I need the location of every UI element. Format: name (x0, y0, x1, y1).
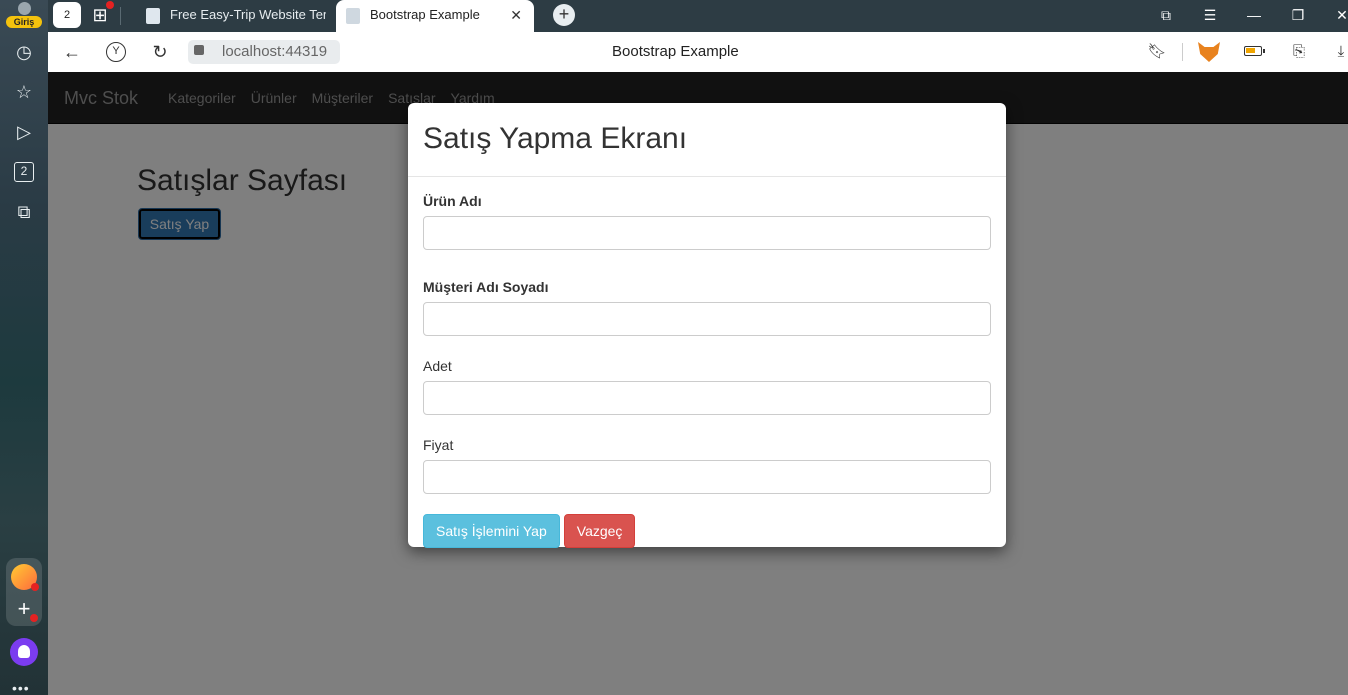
tab-easy-trip[interactable]: Free Easy-Trip Website Tem (136, 0, 326, 32)
close-tab-icon[interactable]: ✕ (510, 0, 522, 30)
modal-header: Satış Yapma Ekranı (408, 103, 1006, 177)
home-tab-button[interactable]: 2 (53, 2, 81, 28)
price-input[interactable] (423, 460, 991, 494)
more-icon[interactable]: ••• (12, 680, 30, 695)
customer-name-input[interactable] (423, 302, 991, 336)
form-group-product: Ürün Adı (423, 193, 991, 250)
page-icon (146, 7, 160, 24)
login-badge: Giriş (6, 16, 42, 28)
battery-icon[interactable] (1244, 46, 1265, 56)
screenshot-icon[interactable]: ⧉ (12, 200, 36, 224)
page-title-display: Bootstrap Example (612, 43, 739, 60)
quantity-input[interactable] (423, 381, 991, 415)
new-tab-group-icon[interactable]: ⊞ (88, 1, 114, 26)
tab-divider (120, 7, 121, 25)
notification-dot (30, 614, 38, 622)
tab-bootstrap-example[interactable]: Bootstrap Example ✕ (336, 0, 534, 32)
menu-icon[interactable]: ☰ (1198, 4, 1222, 26)
tab-title: Bootstrap Example (370, 7, 480, 22)
tabs-count-icon[interactable]: 2 (14, 162, 34, 182)
play-icon[interactable]: ▷ (12, 120, 36, 144)
star-icon[interactable]: ☆ (12, 80, 36, 104)
history-icon[interactable]: ◷ (12, 40, 36, 64)
url-text: localhost:44319 (222, 43, 328, 60)
form-group-quantity: Adet (423, 358, 991, 415)
back-icon[interactable]: ← (60, 40, 84, 64)
assistant-icon[interactable] (10, 638, 38, 666)
submit-sale-button[interactable]: Satış İşlemini Yap (423, 514, 560, 548)
reload-icon[interactable]: ↻ (148, 40, 172, 64)
new-tab-button[interactable]: + (553, 4, 575, 26)
bookmark-icon[interactable]: 🔖︎ (1146, 42, 1168, 62)
download-icon[interactable]: ⤓ (1330, 42, 1348, 62)
metamask-icon[interactable] (1198, 42, 1220, 62)
modal-body: Ürün Adı Müşteri Adı Soyadı Adet Fiyat S… (408, 177, 1006, 548)
sale-modal: Satış Yapma Ekranı Ürün Adı Müşteri Adı … (408, 103, 1006, 548)
url-field[interactable]: localhost:44319 (188, 40, 340, 64)
modal-actions: Satış İşlemini Yap Vazgeç (423, 514, 991, 548)
minimize-icon[interactable]: — (1242, 4, 1266, 26)
browser-sidebar: Giriş ◷ ☆ ▷ 2 ⧉ + ••• (0, 0, 48, 695)
profile-button[interactable]: Giriş (6, 2, 42, 28)
mail-icon[interactable] (11, 564, 39, 591)
form-group-price: Fiyat (423, 437, 991, 494)
toolbar-divider (1182, 43, 1183, 61)
close-window-icon[interactable]: ✕ (1330, 4, 1348, 26)
tab-strip: 2 ⊞ Free Easy-Trip Website Tem Bootstrap… (48, 0, 1348, 32)
product-name-label: Ürün Adı (423, 193, 482, 209)
page-viewport: Mvc Stok Kategoriler Ürünler Müşteriler … (48, 72, 1348, 695)
tabs-overview-icon[interactable]: ⧉ (1154, 4, 1178, 26)
tab-title: Free Easy-Trip Website Tem (170, 7, 326, 22)
form-group-customer: Müşteri Adı Soyadı (423, 279, 991, 336)
page-icon (346, 7, 360, 24)
restore-icon[interactable]: ❐ (1286, 4, 1310, 26)
cancel-button[interactable]: Vazgeç (563, 514, 636, 548)
price-label: Fiyat (423, 437, 454, 453)
lock-icon (194, 45, 204, 55)
modal-title: Satış Yapma Ekranı (423, 122, 688, 155)
user-icon (18, 2, 31, 15)
extensions-icon[interactable]: ⎘ (1288, 42, 1310, 62)
address-bar: ← Y ↻ localhost:44319 Bootstrap Example … (48, 32, 1348, 72)
quantity-label: Adet (423, 358, 452, 374)
product-name-input[interactable] (423, 216, 991, 250)
yandex-icon[interactable]: Y (106, 42, 126, 62)
customer-name-label: Müşteri Adı Soyadı (423, 279, 549, 295)
